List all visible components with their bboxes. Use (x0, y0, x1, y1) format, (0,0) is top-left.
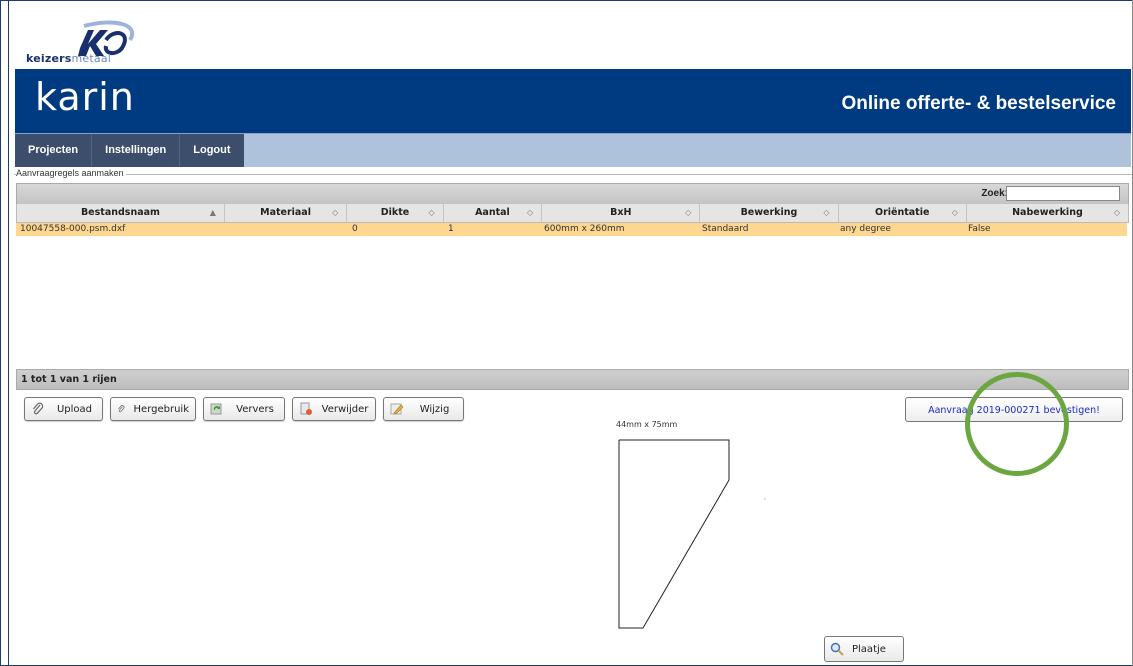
hergebruik-label: Hergebruik (133, 403, 189, 415)
sort-icon: ◇ (527, 208, 534, 217)
grid-toolbar: Zoek: (16, 183, 1129, 205)
sort-icon: ◇ (428, 208, 435, 217)
tagline: Online offerte- & bestelservice (841, 93, 1116, 114)
upload-button[interactable]: Upload (24, 397, 103, 421)
cell-orientatie: any degree (840, 224, 891, 234)
nav-logout[interactable]: Logout (180, 134, 243, 167)
sort-asc-icon: ▲ (209, 208, 216, 217)
table-row[interactable]: 10047558-000.psm.dxf 0 1 600mm x 260mm S… (16, 223, 1127, 236)
section-legend: Aanvraagregels aanmaken (16, 168, 126, 178)
column-header-label: Bewerking (740, 207, 798, 218)
wijzig-label: Wijzig (419, 403, 450, 415)
column-header-materiaal[interactable]: Materiaal ◇ (225, 204, 348, 222)
part-dimensions: 44mm x 75mm (616, 420, 678, 429)
plaatje-button[interactable]: Plaatje (824, 636, 904, 662)
ververs-button[interactable]: Ververs (203, 397, 285, 421)
logo-word-bold: keizers (26, 52, 72, 65)
sort-icon: ◇ (823, 208, 830, 217)
ververs-label: Ververs (236, 403, 274, 415)
cell-bewerking: Standaard (702, 224, 749, 234)
column-header-orientatie[interactable]: Oriëntatie ◇ (839, 204, 967, 222)
plaatje-label: Plaatje (852, 643, 886, 655)
magnifier-icon (830, 642, 844, 656)
paperclip-icon (33, 402, 44, 415)
column-header-label: Dikte (380, 207, 410, 218)
column-header-label: Nabewerking (1012, 207, 1083, 218)
column-header-bestandsnaam[interactable]: Bestandsnaam ▲ (17, 204, 225, 222)
main-navigation: Projecten Instellingen Logout (15, 133, 1131, 167)
edit-icon (390, 403, 404, 415)
cell-aantal: 1 (448, 224, 454, 234)
frame-left-border (8, 0, 9, 666)
verwijder-button[interactable]: Verwijder (292, 397, 376, 421)
sort-icon: ◇ (685, 208, 692, 217)
paperclip-icon (118, 405, 125, 413)
upload-label: Upload (56, 403, 93, 415)
cell-materiaal (224, 223, 346, 236)
sort-icon: ◇ (1113, 208, 1120, 217)
column-header-bxh[interactable]: BxH ◇ (542, 204, 701, 222)
column-header-label: Oriëntatie (875, 207, 930, 218)
column-header-label: BxH (610, 207, 632, 218)
delete-document-icon (300, 402, 312, 415)
header-banner: karin Online offerte- & bestelservice (15, 69, 1131, 133)
hergebruik-button[interactable]: Hergebruik (110, 397, 196, 421)
grid-header: Bestandsnaam ▲ Materiaal ◇ Dikte ◇ Aantal ◇ … (16, 204, 1129, 223)
column-header-label: Bestandsnaam (80, 207, 160, 218)
verwijder-label: Verwijder (321, 403, 369, 415)
nav-instellingen[interactable]: Instellingen (92, 134, 181, 167)
search-input[interactable] (1006, 186, 1120, 201)
cell-bxh: 600mm x 260mm (544, 224, 625, 234)
sort-icon: ◇ (332, 208, 339, 217)
wijzig-button[interactable]: Wijzig (383, 397, 464, 421)
part-outline-drawing (618, 439, 730, 629)
logo-word-light: metaal (71, 52, 112, 65)
column-header-label: Materiaal (260, 207, 311, 218)
sort-icon: ◇ (951, 208, 958, 217)
grid-pager: 1 tot 1 van 1 rijen (16, 369, 1129, 390)
nav-menu: Projecten Instellingen Logout (15, 134, 244, 167)
search-label: Zoek: (981, 188, 1008, 199)
highlight-circle (965, 372, 1069, 476)
brand-title: karin (35, 75, 135, 119)
column-header-label: Aantal (475, 207, 510, 218)
column-header-bewerking[interactable]: Bewerking ◇ (700, 204, 839, 222)
nav-projecten[interactable]: Projecten (15, 134, 93, 167)
logo-wordmark: keizersmetaal (26, 52, 111, 65)
cell-dikte: 0 (352, 224, 358, 234)
preview-artifact (764, 498, 766, 500)
column-header-dikte[interactable]: Dikte ◇ (347, 204, 444, 222)
fieldset-border (14, 174, 1132, 175)
column-header-nabewerking[interactable]: Nabewerking ◇ (967, 204, 1128, 222)
row-count: 1 tot 1 van 1 rijen (21, 374, 117, 385)
cell-nabewerking: False (968, 224, 991, 234)
cell-bestandsnaam: 10047558-000.psm.dxf (20, 224, 126, 234)
column-header-aantal[interactable]: Aantal ◇ (444, 204, 543, 222)
refresh-icon (210, 403, 222, 415)
